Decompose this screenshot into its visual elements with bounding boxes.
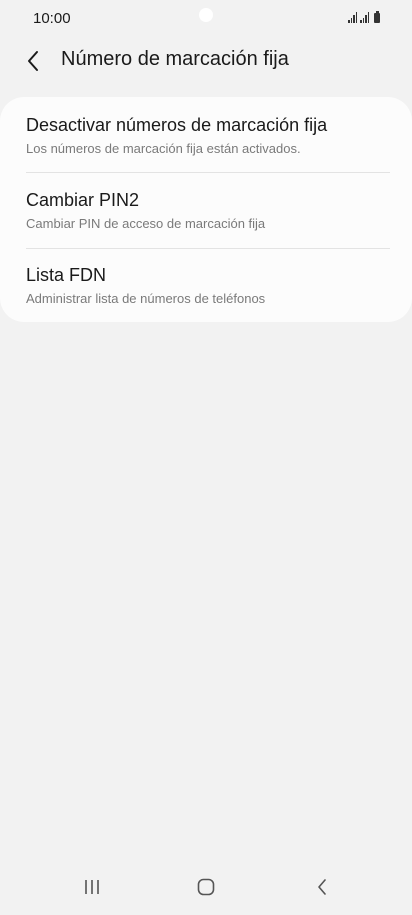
page-title: Número de marcación fija	[61, 48, 289, 70]
item-title: Lista FDN	[26, 265, 107, 285]
item-subtitle: Cambiar PIN de acceso de marcación fija	[26, 216, 266, 231]
status-time: 10:00	[33, 10, 71, 27]
camera-cutout	[199, 8, 213, 22]
signal-icon	[348, 12, 357, 23]
list-item-fdn-list[interactable]: Lista FDN Administrar lista de números d…	[0, 249, 412, 324]
recents-button[interactable]	[72, 872, 112, 902]
status-bar: 10:00	[0, 0, 412, 36]
settings-card: Desactivar números de marcación fija Los…	[0, 97, 412, 322]
item-title: Desactivar números de marcación fija	[26, 115, 328, 135]
battery-icon	[374, 11, 380, 23]
signal-icon-2	[360, 12, 369, 23]
item-title: Cambiar PIN2	[26, 190, 140, 210]
list-item-disable-fdn[interactable]: Desactivar números de marcación fija Los…	[0, 97, 412, 172]
item-subtitle: Los números de marcación fija están acti…	[26, 141, 301, 156]
back-button[interactable]	[18, 46, 48, 76]
item-subtitle: Administrar lista de números de teléfono…	[26, 291, 266, 306]
list-item-change-pin2[interactable]: Cambiar PIN2 Cambiar PIN de acceso de ma…	[0, 173, 412, 248]
chevron-left-icon	[28, 51, 38, 71]
home-icon	[197, 878, 215, 896]
app-header: Número de marcación fija	[0, 38, 412, 82]
back-icon	[318, 879, 326, 895]
recents-icon	[85, 880, 99, 894]
nav-back-button[interactable]	[302, 872, 342, 902]
status-icons	[348, 11, 380, 23]
screen: 10:00 Número de marcación fija Desactiva…	[0, 0, 412, 915]
home-button[interactable]	[186, 872, 226, 902]
navigation-bar	[0, 860, 412, 915]
